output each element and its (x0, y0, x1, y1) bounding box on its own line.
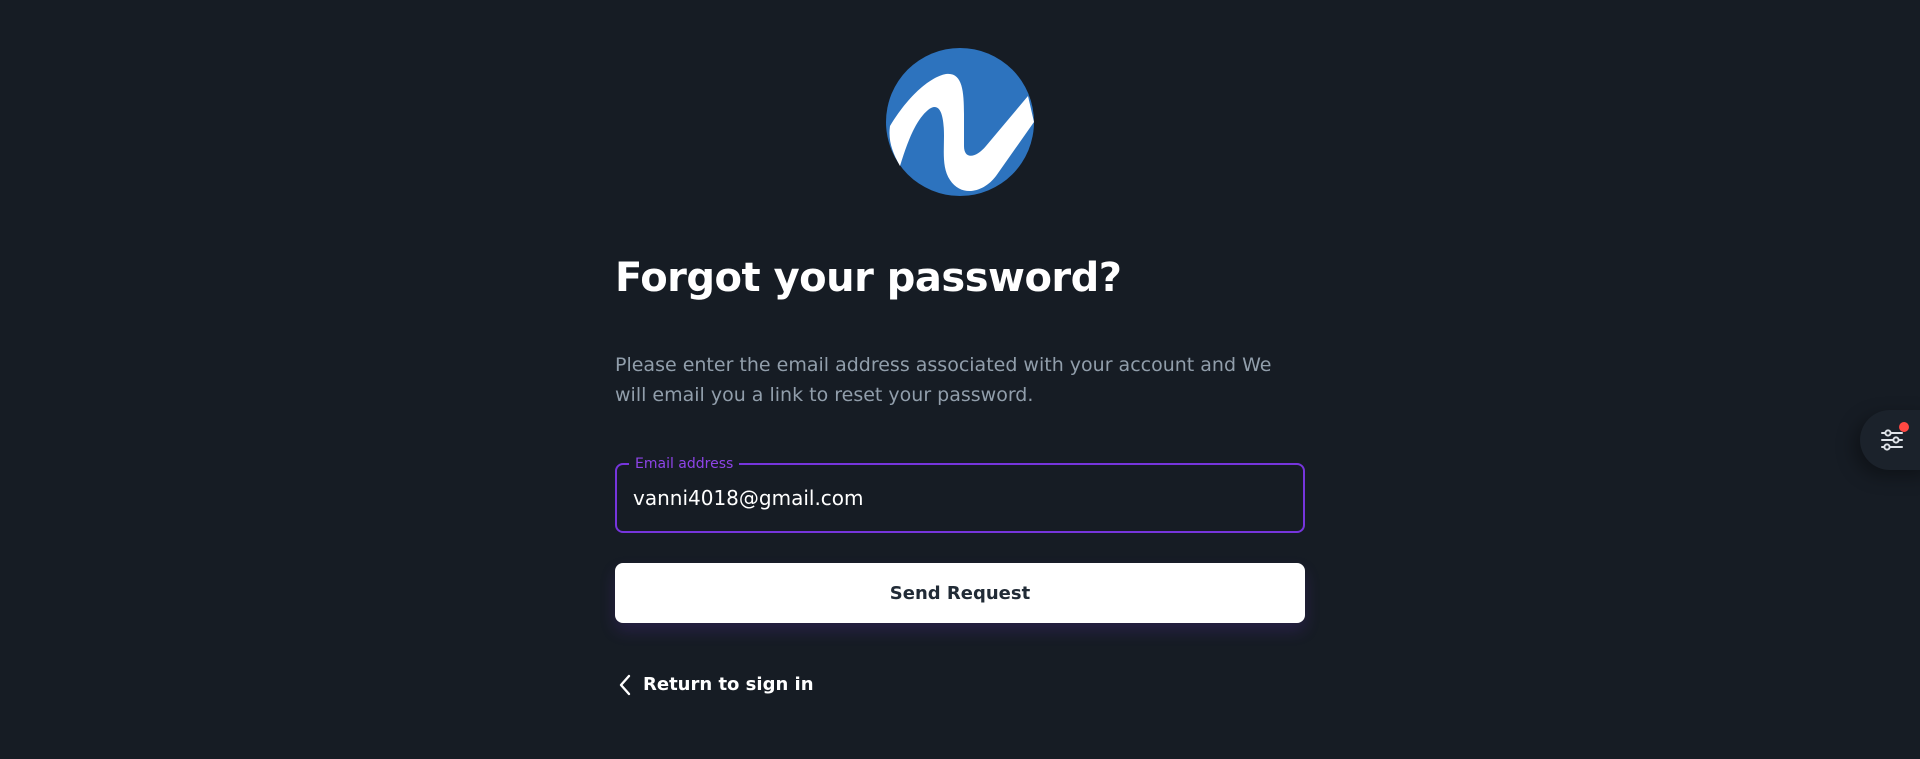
chevron-left-icon (615, 673, 635, 697)
forgot-password-page: Forgot your password? Please enter the e… (0, 0, 1920, 759)
brand-logo-icon (886, 48, 1034, 196)
page-description: Please enter the email address associate… (615, 354, 1272, 406)
email-field: Email address (615, 455, 1305, 533)
return-to-sign-in-link[interactable]: Return to sign in (615, 673, 814, 697)
return-to-sign-in-label: Return to sign in (643, 674, 814, 695)
sliders-icon (1880, 428, 1904, 452)
send-request-button[interactable]: Send Request (615, 563, 1305, 623)
page-title: Forgot your password? (615, 255, 1122, 301)
notification-dot (1899, 422, 1909, 432)
settings-toggle-button[interactable] (1860, 410, 1920, 470)
email-input[interactable] (617, 465, 1303, 531)
reset-form-container: Forgot your password? Please enter the e… (615, 250, 1305, 701)
brand-logo (886, 48, 1034, 196)
